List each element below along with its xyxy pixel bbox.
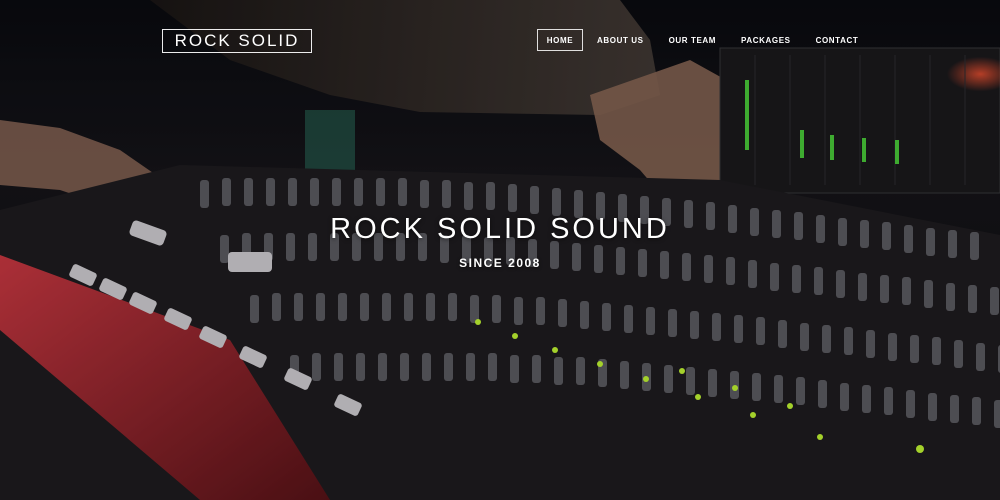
hero-section: ROCK SOLID HOME ABOUT US OUR TEAM PACKAG… <box>0 0 1000 500</box>
main-navigation: HOME ABOUT US OUR TEAM PACKAGES CONTACT <box>537 29 873 51</box>
hero-background-image <box>0 0 1000 500</box>
nav-item-contact[interactable]: CONTACT <box>806 29 869 51</box>
hero-subtitle: SINCE 2008 <box>459 256 541 270</box>
nav-item-about-us[interactable]: ABOUT US <box>587 29 654 51</box>
nav-item-our-team[interactable]: OUR TEAM <box>659 29 726 51</box>
nav-item-packages[interactable]: PACKAGES <box>731 29 801 51</box>
site-logo[interactable]: ROCK SOLID <box>162 29 312 53</box>
hero-title: ROCK SOLID SOUND <box>330 213 670 245</box>
nav-item-home[interactable]: HOME <box>537 29 583 51</box>
